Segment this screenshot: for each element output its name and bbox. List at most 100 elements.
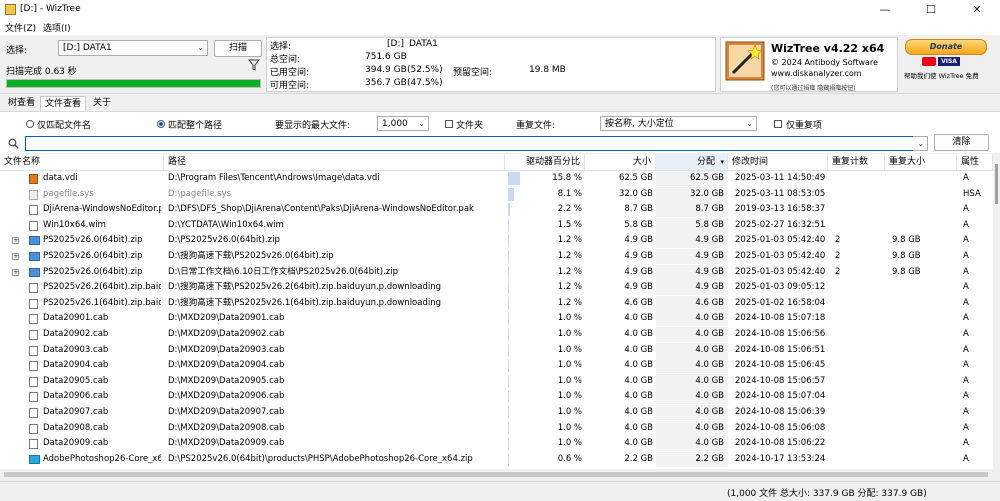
table-row[interactable]: Data20904.cab D:\MXD209\Data20904.cab 1.0 … xyxy=(0,358,993,374)
table-row[interactable]: Data20909.cab D:\MXD209\Data20909.cab 1.0 … xyxy=(0,436,993,452)
cell-name: pagefile.sys xyxy=(43,188,94,199)
cell-dups xyxy=(892,280,952,295)
cell-dups: 9.8 GB xyxy=(892,235,921,246)
table-row[interactable]: Data20907.cab D:\MXD209\Data20907.cab 1.0 … xyxy=(0,405,993,421)
wiztree-logo-panel[interactable]: WizTree v4.22 x64 © 2024 Antibody Softwa… xyxy=(720,37,898,92)
cell-path: D:\MXD209\Data20907.cab xyxy=(168,407,285,417)
cell-attr: A xyxy=(963,438,969,449)
file-icon xyxy=(29,376,38,387)
menu-file[interactable]: 文件(Z) xyxy=(5,21,36,34)
table-row[interactable]: Win10x64.wim D:\YCTDATA\Win10x64.wim 1.5 %… xyxy=(0,217,993,234)
cell-pct: 1.2 % xyxy=(557,297,582,308)
table-row[interactable]: Data20903.cab D:\MXD209\Data20903.cab 1.0 … xyxy=(0,342,993,359)
expand-icon[interactable]: + xyxy=(12,237,19,245)
status-bar: (1,000 文件 总大小: 337.9 GB 分配: 337.9 GB) xyxy=(0,481,1000,501)
tab-file-view[interactable]: 文件查看 xyxy=(40,96,87,111)
table-row[interactable]: PS2025v26.1(64bit).zip.baiduyun D:\搜狗高速下载… xyxy=(0,295,993,312)
scan-progress-bar xyxy=(6,79,261,88)
dup-files-select[interactable]: 按名称, 大小定位 ⌄ xyxy=(600,116,757,131)
scrollbar-thumb[interactable] xyxy=(4,472,988,477)
folders-label[interactable]: 文件夹 xyxy=(456,118,483,131)
table-row[interactable]: pagefile.sys D:\pagefile.sys 8.1 % 32.0 GB 3… xyxy=(0,186,993,203)
cell-alloc: 4.0 GB xyxy=(695,407,724,417)
total-space-value: 751.6 GB xyxy=(365,52,407,62)
tab-about[interactable]: 关于 xyxy=(89,96,115,110)
file-icon xyxy=(29,298,38,309)
close-button[interactable]: ✕ xyxy=(954,0,1000,20)
table-row[interactable]: DjiArena-WindowsNoEditor.pak D:\DFS\DFS_S… xyxy=(0,202,993,218)
minimize-button[interactable]: — xyxy=(862,0,908,20)
search-history-dropdown[interactable]: ⌄ xyxy=(913,136,928,151)
drive-select[interactable]: [D:] DATA1 ⌄ xyxy=(58,40,208,56)
col-dup-size[interactable]: 重复大小 xyxy=(885,154,957,170)
table-row[interactable]: PS2025v26.2(64bit).zip.baiduyun D:\搜狗高速下载… xyxy=(0,280,993,296)
match-fullpath-label[interactable]: 匹配整个路径 xyxy=(168,118,222,131)
table-row[interactable]: Data20902.cab D:\MXD209\Data20902.cab 1.0 … xyxy=(0,327,993,343)
maximize-button[interactable]: ☐ xyxy=(908,0,954,20)
cell-name: Data20904.cab xyxy=(43,360,109,371)
match-filename-radio[interactable] xyxy=(26,120,34,128)
table-row[interactable]: Data20906.cab D:\MXD209\Data20906.cab 1.0 … xyxy=(0,389,993,405)
cell-dups xyxy=(892,343,952,358)
col-attributes[interactable]: 属性 xyxy=(957,154,993,170)
table-row[interactable]: + PS2025v26.0(64bit).zip D:\PS2025v26.0(64… xyxy=(0,233,993,249)
match-filename-label[interactable]: 仅匹配文件名 xyxy=(37,118,91,131)
col-dup-count[interactable]: 重复计数 xyxy=(828,154,885,170)
menu-options[interactable]: 选项(I) xyxy=(43,21,71,34)
col-allocated-label: 分配 xyxy=(696,157,715,167)
match-fullpath-radio[interactable] xyxy=(157,120,165,128)
clear-button[interactable]: 清除 xyxy=(934,134,989,151)
cell-path: D:\搜狗高速下载\PS2025v26.0(64bit).zip xyxy=(168,251,334,261)
table-row[interactable]: Data20908.cab D:\MXD209\Data20908.cab 1.0 … xyxy=(0,420,993,437)
vertical-scrollbar[interactable] xyxy=(993,154,1000,480)
folder-zip-icon xyxy=(29,236,40,246)
vdi-file-icon xyxy=(29,174,38,184)
donate-caption: 帮助我们使 WizTree 免费 xyxy=(904,72,979,80)
cell-dupc xyxy=(835,311,875,326)
cell-dupc xyxy=(835,405,875,420)
table-row[interactable]: AdobePhotoshop26-Core_x64.z D:\PS2025v26.… xyxy=(0,451,993,468)
cell-path: D:\MXD209\Data20905.cab xyxy=(168,375,285,386)
cell-mtime: 2024-10-08 15:06:39 xyxy=(735,407,826,417)
col-path[interactable]: 路径 xyxy=(164,154,505,170)
table-row[interactable]: Data20905.cab D:\MXD209\Data20905.cab 1.0 … xyxy=(0,373,993,390)
folder-zip-icon xyxy=(29,252,40,261)
col-modified[interactable]: 修改时间 xyxy=(728,154,828,170)
cell-mtime: 2024-10-17 13:53:24 xyxy=(735,453,826,464)
horizontal-scrollbar[interactable] xyxy=(0,470,993,480)
folders-checkbox[interactable] xyxy=(445,120,453,128)
donate-button[interactable]: Donate xyxy=(905,39,987,55)
col-size[interactable]: 大小 xyxy=(585,154,656,170)
scan-button[interactable]: 扫描 xyxy=(214,40,262,57)
cell-path: D:\MXD209\Data20906.cab xyxy=(168,391,285,402)
col-filename[interactable]: 文件名称 xyxy=(0,154,164,170)
table-row[interactable]: + PS2025v26.0(64bit).zip D:\搜狗高速下载\PS2025v… xyxy=(0,249,993,265)
drive-pct-bar xyxy=(508,250,509,263)
drive-pct-bar xyxy=(508,406,509,419)
logo-url[interactable]: www.diskanalyzer.com xyxy=(771,69,862,78)
cell-pct: 1.0 % xyxy=(557,375,582,386)
expand-icon[interactable]: + xyxy=(12,268,19,276)
cell-path: D:\MXD209\Data20909.cab xyxy=(168,438,285,449)
search-input[interactable] xyxy=(25,136,914,151)
max-files-select[interactable]: 1,000 ⌄ xyxy=(377,116,429,131)
cell-mtime: 2024-10-08 15:06:56 xyxy=(735,329,826,339)
tab-tree-view[interactable]: 树查看 xyxy=(4,96,39,110)
scrollbar-thumb[interactable] xyxy=(995,164,998,204)
dup-only-checkbox[interactable] xyxy=(774,120,782,128)
cell-alloc: 4.0 GB xyxy=(695,329,724,339)
dup-only-label[interactable]: 仅重复项 xyxy=(786,118,822,131)
col-allocated[interactable]: 分配 ▾ xyxy=(656,154,728,170)
cell-size: 4.0 GB xyxy=(624,438,653,449)
expand-icon[interactable]: + xyxy=(12,253,19,260)
drive-pct-bar xyxy=(508,265,509,279)
col-drive-pct[interactable]: 驱动器百分比 xyxy=(505,154,585,170)
table-row[interactable]: Data20901.cab D:\MXD209\Data20901.cab 1.0 … xyxy=(0,311,993,327)
filter-icon[interactable] xyxy=(247,59,261,71)
menu-bar: 文件(Z) 选项(I) xyxy=(0,20,1000,35)
table-row[interactable]: data.vdi D:\Program Files\Tencent\Androws… xyxy=(0,171,993,187)
table-row[interactable]: + PS2025v26.0(64bit).zip D:\日常工作文档\6.10日工作… xyxy=(0,264,993,281)
file-icon xyxy=(29,189,38,200)
cell-alloc: 5.8 GB xyxy=(695,219,724,230)
cell-size: 4.0 GB xyxy=(624,329,653,339)
